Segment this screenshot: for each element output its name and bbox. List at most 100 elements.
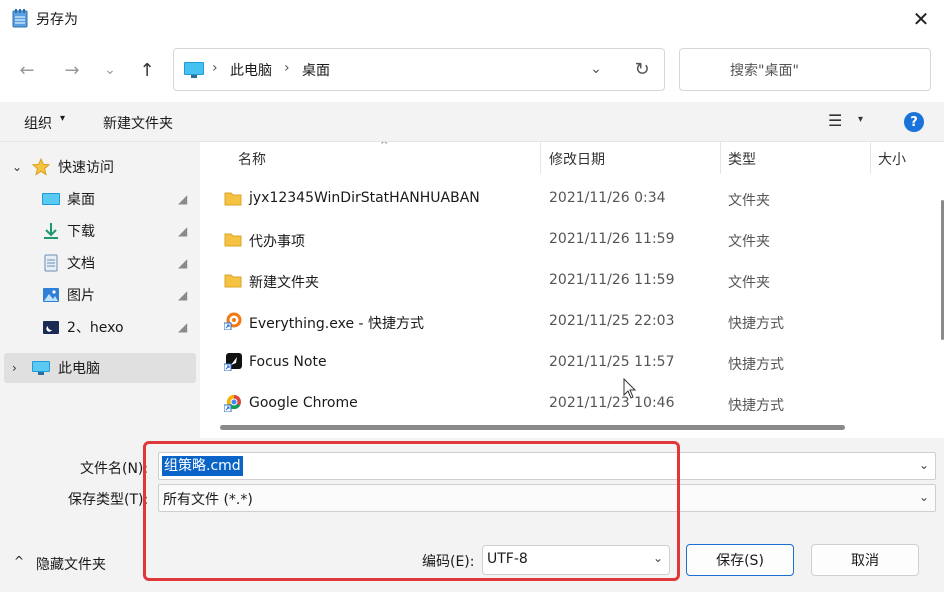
table-row[interactable]: Focus Note 2021/11/25 11:57 快捷方式 — [200, 342, 922, 383]
arrow-right-icon[interactable]: → — [64, 60, 79, 81]
chevron-down-icon[interactable]: ⌄ — [653, 551, 663, 565]
pin-icon: ◢ — [178, 256, 188, 270]
sidebar-item-this-pc[interactable]: › 此电脑 — [4, 353, 196, 383]
sidebar-item-label: 文档 — [67, 256, 95, 272]
sidebar-item-label: 桌面 — [67, 192, 95, 208]
chevron-down-icon[interactable]: ⌄ — [590, 61, 602, 77]
table-row[interactable]: 新建文件夹 2021/11/26 11:59 文件夹 — [200, 260, 922, 301]
recent-locations-button[interactable]: ⌄ — [98, 58, 122, 82]
sidebar-item-pictures[interactable]: 图片 ◢ — [0, 280, 196, 310]
sidebar-item-label: 此电脑 — [58, 361, 100, 377]
sidebar-item-hexo[interactable]: 2、hexo ◢ — [0, 312, 196, 342]
sidebar-item-downloads[interactable]: 下载 ◢ — [0, 216, 196, 246]
chevron-down-icon[interactable]: ⌄ — [919, 490, 929, 504]
sidebar-item-label: 快速访问 — [58, 160, 114, 176]
cancel-button[interactable]: 取消 — [811, 544, 919, 576]
refresh-icon[interactable]: ↻ — [634, 59, 649, 80]
table-row[interactable]: Google Chrome 2021/11/23 10:46 快捷方式 — [200, 383, 922, 424]
column-header-size[interactable]: 大小 — [878, 142, 906, 174]
file-list: ^ 名称 修改日期 类型 大小 jyx12345WinDirStatHANHUA… — [200, 142, 944, 438]
horizontal-scrollbar[interactable] — [220, 425, 920, 430]
chevron-right-icon[interactable]: › — [12, 361, 17, 375]
column-header-type[interactable]: 类型 — [728, 142, 756, 174]
table-row[interactable]: 代办事项 2021/11/26 11:59 文件夹 — [200, 219, 922, 260]
pin-icon: ◢ — [178, 320, 188, 334]
close-icon[interactable]: ✕ — [913, 7, 930, 31]
file-name: Google Chrome — [249, 395, 358, 411]
column-header-date[interactable]: 修改日期 — [549, 142, 605, 174]
window-title: 另存为 — [36, 12, 78, 28]
save-button[interactable]: 保存(S) — [686, 544, 794, 576]
command-bar: 组织 ▾ 新建文件夹 ☰ ▾ ? — [0, 102, 944, 142]
sidebar-item-documents[interactable]: 文档 ◢ — [0, 248, 196, 278]
file-date: 2021/11/25 22:03 — [549, 313, 675, 329]
chevron-down-icon[interactable]: ⌄ — [104, 62, 116, 78]
this-pc-icon — [32, 361, 50, 375]
filetype-label: 保存类型(T): — [68, 492, 149, 508]
sidebar-item-quick-access[interactable]: ⌄ 快速访问 — [0, 152, 196, 182]
chrome-shortcut-icon — [224, 394, 241, 412]
encoding-select[interactable]: UTF-8 ⌄ — [482, 545, 670, 575]
sort-ascending-icon: ^ — [380, 142, 389, 151]
filename-input[interactable]: 组策略.cmd ⌄ — [158, 452, 936, 480]
file-name: 代办事项 — [249, 234, 305, 250]
search-placeholder: 搜索"桌面" — [730, 63, 799, 79]
address-dropdown-button[interactable]: ⌄ — [584, 57, 608, 81]
filetype-value: 所有文件 (*.*) — [163, 492, 253, 508]
table-row[interactable]: jyx12345WinDirStatHANHUABAN 2021/11/26 0… — [200, 178, 922, 219]
arrow-up-icon[interactable]: ↑ — [139, 60, 154, 81]
file-date: 2021/11/23 10:46 — [549, 395, 675, 411]
caret-down-icon[interactable]: ▾ — [60, 113, 65, 124]
caret-down-icon[interactable]: ▾ — [858, 114, 863, 125]
close-button[interactable]: ✕ — [898, 0, 944, 38]
up-button[interactable]: ↑ — [135, 58, 159, 82]
navigation-bar: ← → ⌄ ↑ › 此电脑 › 桌面 ⌄ ↻ 搜索"桌面" — [0, 38, 944, 102]
arrow-left-icon[interactable]: ← — [19, 60, 34, 81]
desktop-icon — [42, 193, 60, 205]
column-divider[interactable] — [540, 142, 541, 174]
hide-folders-button[interactable]: 隐藏文件夹 — [36, 554, 106, 574]
scrollbar-thumb[interactable] — [220, 425, 845, 430]
document-icon — [44, 254, 58, 272]
file-type: 快捷方式 — [728, 316, 784, 332]
folder-icon — [224, 192, 242, 206]
breadcrumb-desktop[interactable]: 桌面 — [302, 60, 330, 80]
navigation-pane: ⌄ 快速访问 桌面 ◢ 下载 ◢ 文档 ◢ 图片 ◢ 2、hexo ◢ › 此电… — [0, 142, 200, 438]
address-bar[interactable]: › 此电脑 › 桌面 ⌄ ↻ — [173, 48, 665, 91]
column-divider[interactable] — [720, 142, 721, 174]
search-input[interactable]: 搜索"桌面" — [679, 48, 931, 91]
sidebar-item-label: 2、hexo — [67, 320, 124, 336]
breadcrumb-separator: › — [284, 60, 290, 76]
save-options-panel: 文件名(N): 组策略.cmd ⌄ 保存类型(T): 所有文件 (*.*) ⌄ … — [0, 438, 944, 592]
table-row[interactable]: Everything.exe - 快捷方式 2021/11/25 22:03 快… — [200, 301, 922, 342]
chevron-down-icon[interactable]: ⌄ — [919, 458, 929, 472]
breadcrumb-this-pc[interactable]: 此电脑 — [230, 60, 272, 80]
file-type: 快捷方式 — [728, 357, 784, 373]
chevron-up-icon[interactable]: ^ — [14, 554, 24, 568]
file-name: Everything.exe - 快捷方式 — [249, 316, 425, 332]
refresh-button[interactable]: ↻ — [630, 57, 654, 81]
file-name: jyx12345WinDirStatHANHUABAN — [249, 190, 480, 206]
filename-value[interactable]: 组策略.cmd — [161, 455, 244, 477]
file-type: 快捷方式 — [728, 398, 784, 414]
everything-shortcut-icon — [224, 312, 242, 330]
new-folder-button[interactable]: 新建文件夹 — [103, 113, 173, 133]
filename-label: 文件名(N): — [80, 461, 149, 477]
back-button[interactable]: ← — [15, 58, 39, 82]
chevron-down-icon[interactable]: ⌄ — [12, 160, 22, 174]
focus-note-shortcut-icon — [224, 353, 242, 371]
breadcrumb-separator: › — [212, 60, 218, 76]
filetype-select[interactable]: 所有文件 (*.*) ⌄ — [158, 484, 936, 512]
view-options-icon[interactable]: ☰ — [828, 111, 842, 130]
sidebar-item-label: 图片 — [67, 288, 95, 304]
file-date: 2021/11/26 11:59 — [549, 231, 675, 247]
help-icon[interactable]: ? — [904, 112, 924, 132]
sidebar-item-desktop[interactable]: 桌面 ◢ — [0, 184, 196, 214]
organize-menu[interactable]: 组织 — [24, 113, 52, 133]
folder-icon — [224, 274, 242, 288]
forward-button[interactable]: → — [60, 58, 84, 82]
column-divider[interactable] — [870, 142, 871, 174]
file-type: 文件夹 — [728, 234, 770, 250]
sidebar-item-label: 下载 — [67, 224, 95, 240]
column-header-name[interactable]: 名称 — [238, 142, 266, 174]
